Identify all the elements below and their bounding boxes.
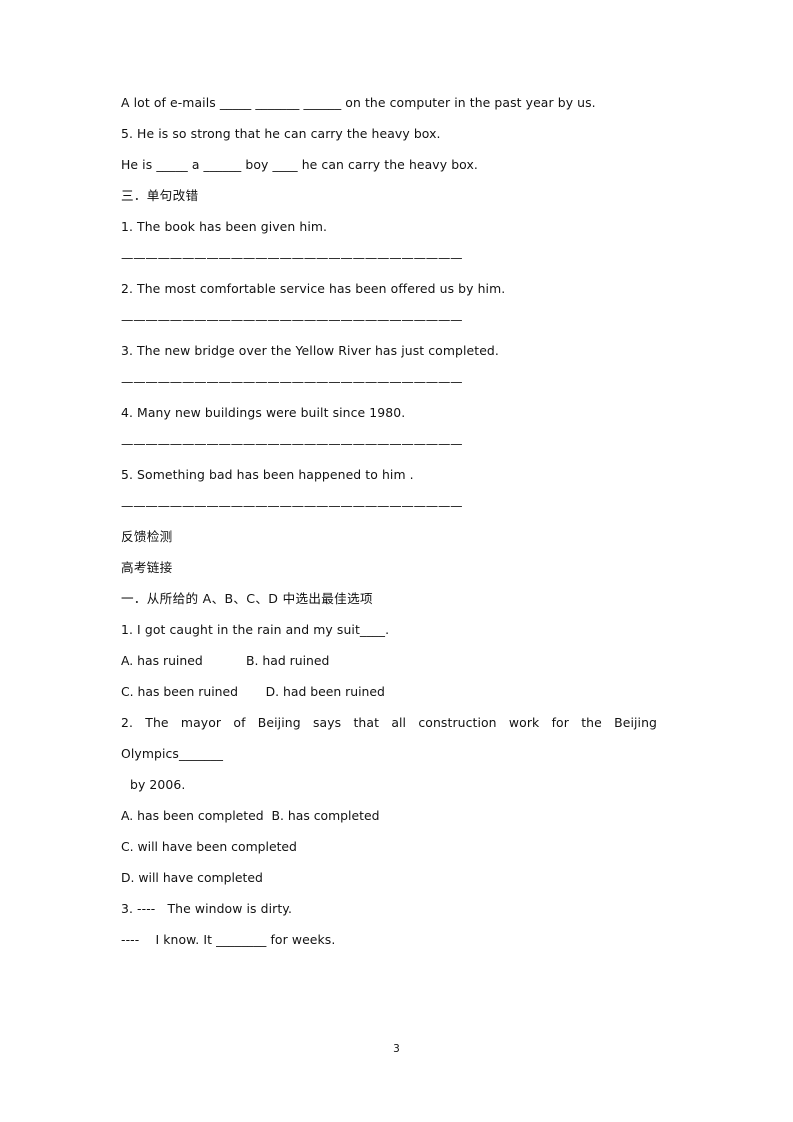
correction-item-4: 4. Many new buildings were built since 1… [121,405,406,420]
section-one-heading: 一．从所给的 A、B、C、D 中选出最佳选项 [121,591,373,606]
page-number: 3 [393,1043,400,1055]
mc-question-2-options-c: C. will have been completed [121,839,297,854]
correction-answer-line-1: ———————————————————————————— [121,250,463,265]
correction-item-3: 3. The new bridge over the Yellow River … [121,343,499,358]
mc-question-1-options-cd: C. has been ruined D. had been ruined [121,684,385,699]
exercise-2-item-5-answer: He is _____ a ______ boy ____ he can car… [121,157,478,172]
mc-question-2-deadline: by 2006. [130,777,186,792]
mc-question-2-options-d: D. will have completed [121,870,263,885]
correction-item-1: 1. The book has been given him. [121,219,328,234]
correction-item-5: 5. Something bad has been happened to hi… [121,467,414,482]
feedback-test-heading: 反馈检测 [121,529,173,544]
correction-item-2: 2. The most comfortable service has been… [121,281,506,296]
exercise-2-item-5-prompt: 5. He is so strong that he can carry the… [121,126,441,141]
section-three-heading: 三．单句改错 [121,188,199,203]
mc-question-1-options-ab: A. has ruined B. had ruined [121,653,330,668]
document-body: A lot of e-mails _____ _______ ______ on… [121,96,657,964]
mc-question-1: 1. I got caught in the rain and my suit_… [121,622,390,637]
correction-answer-line-3: ———————————————————————————— [121,374,463,389]
mc-question-2-options-ab: A. has been completed B. has completed [121,808,380,823]
mc-question-2: 2. The mayor of Beijing says that all co… [121,715,657,730]
fill-blank-continuation: A lot of e-mails _____ _______ ______ on… [121,95,596,110]
correction-answer-line-5: ———————————————————————————— [121,498,463,513]
mc-question-2-continuation: Olympics_______ [121,746,224,761]
correction-answer-line-4: ———————————————————————————— [121,436,463,451]
gaokao-link-heading: 高考链接 [121,560,173,575]
mc-question-3-line-2: ---- I know. It ________ for weeks. [121,932,336,947]
correction-answer-line-2: ———————————————————————————— [121,312,463,327]
mc-question-3-line-1: 3. ---- The window is dirty. [121,901,292,916]
document-page: A lot of e-mails _____ _______ ______ on… [0,0,793,1122]
